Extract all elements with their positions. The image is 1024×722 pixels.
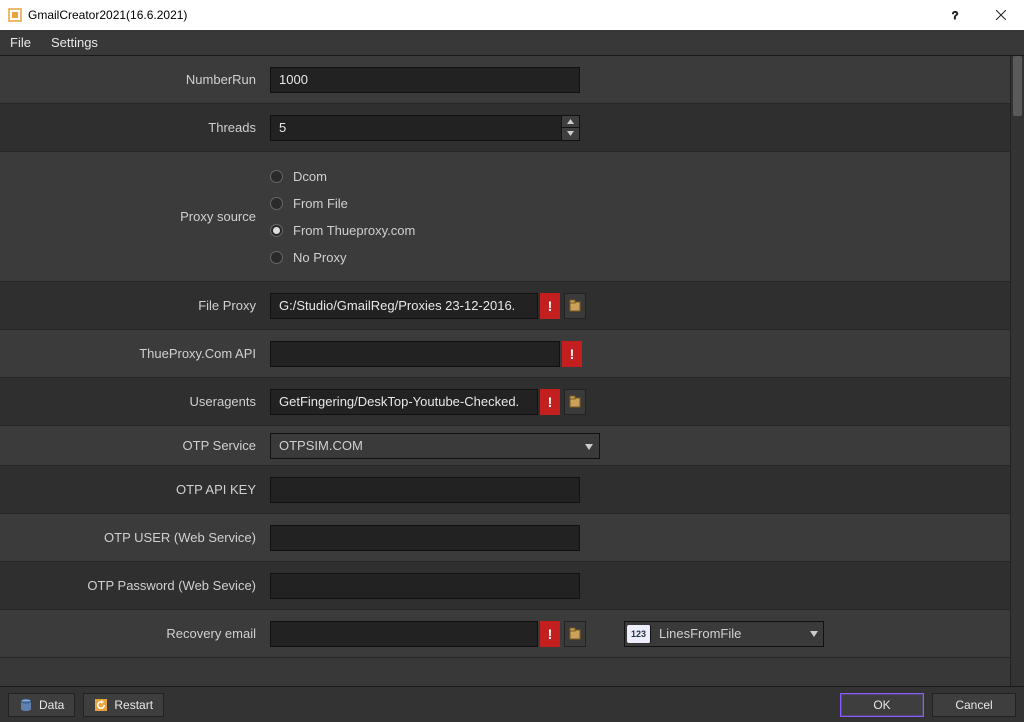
menu-file[interactable]: File xyxy=(0,30,41,55)
footer: Data Restart OK Cancel xyxy=(0,686,1024,722)
warning-icon: ! xyxy=(540,293,560,319)
combo-recovery-mode[interactable]: 123 LinesFromFile xyxy=(624,621,824,647)
spin-threads[interactable] xyxy=(270,115,580,141)
radio-label-from-file: From File xyxy=(293,196,348,211)
chevron-down-icon xyxy=(585,438,593,453)
ok-button-label: OK xyxy=(873,698,890,712)
scrollbar-thumb[interactable] xyxy=(1013,56,1022,116)
input-thueproxy-api[interactable] xyxy=(270,341,560,367)
window-title: GmailCreator2021(16.6.2021) xyxy=(28,8,187,22)
row-thueproxy-api: ThueProxy.Com API ! xyxy=(0,330,1010,378)
select-otp-service[interactable]: OTPSIM.COM xyxy=(270,433,600,459)
row-otp-service: OTP Service OTPSIM.COM xyxy=(0,426,1010,466)
input-useragents[interactable] xyxy=(270,389,538,415)
database-icon xyxy=(19,698,33,712)
label-otp-service: OTP Service xyxy=(0,438,270,453)
label-threads: Threads xyxy=(0,120,270,135)
help-button[interactable]: ? xyxy=(932,0,978,30)
folder-icon xyxy=(569,627,581,641)
form-area: NumberRun Threads Proxy sour xyxy=(0,56,1010,686)
app-icon xyxy=(8,8,22,22)
row-file-proxy: File Proxy ! xyxy=(0,282,1010,330)
input-otp-user[interactable] xyxy=(270,525,580,551)
warning-icon: ! xyxy=(540,621,560,647)
label-recovery-email: Recovery email xyxy=(0,626,270,641)
input-number-run[interactable] xyxy=(270,67,580,93)
restart-button[interactable]: Restart xyxy=(83,693,164,717)
label-number-run: NumberRun xyxy=(0,72,270,87)
menubar: File Settings xyxy=(0,30,1024,56)
radio-dcom[interactable]: Dcom xyxy=(270,169,415,184)
select-otp-service-value: OTPSIM.COM xyxy=(279,438,363,453)
cancel-button-label: Cancel xyxy=(955,698,992,712)
row-recovery-email: Recovery email ! 123 LinesFromFile xyxy=(0,610,1010,658)
threads-step-up[interactable] xyxy=(562,116,579,129)
radio-from-thueproxy[interactable]: From Thueproxy.com xyxy=(270,223,415,238)
vertical-scrollbar[interactable] xyxy=(1010,56,1024,686)
radio-label-dcom: Dcom xyxy=(293,169,327,184)
row-threads: Threads xyxy=(0,104,1010,152)
label-otp-password: OTP Password (Web Sevice) xyxy=(0,578,270,593)
input-threads[interactable] xyxy=(271,116,561,140)
svg-text:?: ? xyxy=(952,10,958,20)
radio-label-from-thueproxy: From Thueproxy.com xyxy=(293,223,415,238)
radio-label-no-proxy: No Proxy xyxy=(293,250,346,265)
warning-icon: ! xyxy=(562,341,582,367)
input-otp-api-key[interactable] xyxy=(270,477,580,503)
chevron-down-icon xyxy=(805,631,823,637)
label-otp-user: OTP USER (Web Service) xyxy=(0,530,270,545)
input-recovery-email[interactable] xyxy=(270,621,538,647)
warning-icon: ! xyxy=(540,389,560,415)
label-proxy-source: Proxy source xyxy=(0,209,270,224)
radio-dot-icon xyxy=(270,170,283,183)
threads-step-down[interactable] xyxy=(562,128,579,140)
input-otp-password[interactable] xyxy=(270,573,580,599)
badge-123-icon: 123 xyxy=(627,625,651,643)
browse-file-proxy-button[interactable] xyxy=(564,293,586,319)
cancel-button[interactable]: Cancel xyxy=(932,693,1016,717)
combo-recovery-mode-value: LinesFromFile xyxy=(653,626,805,641)
radio-dot-icon xyxy=(270,251,283,264)
browse-recovery-email-button[interactable] xyxy=(564,621,586,647)
label-thueproxy-api: ThueProxy.Com API xyxy=(0,346,270,361)
radio-no-proxy[interactable]: No Proxy xyxy=(270,250,415,265)
restart-button-label: Restart xyxy=(114,698,153,712)
client-area: NumberRun Threads Proxy sour xyxy=(0,56,1024,686)
browse-useragents-button[interactable] xyxy=(564,389,586,415)
row-number-run: NumberRun xyxy=(0,56,1010,104)
radio-dot-icon xyxy=(270,197,283,210)
radio-from-file[interactable]: From File xyxy=(270,196,415,211)
row-otp-password: OTP Password (Web Sevice) xyxy=(0,562,1010,610)
row-otp-user: OTP USER (Web Service) xyxy=(0,514,1010,562)
row-otp-api-key: OTP API KEY xyxy=(0,466,1010,514)
input-file-proxy[interactable] xyxy=(270,293,538,319)
data-button[interactable]: Data xyxy=(8,693,75,717)
label-otp-api-key: OTP API KEY xyxy=(0,482,270,497)
data-button-label: Data xyxy=(39,698,64,712)
menu-settings[interactable]: Settings xyxy=(41,30,108,55)
window-titlebar: GmailCreator2021(16.6.2021) ? xyxy=(0,0,1024,30)
close-button[interactable] xyxy=(978,0,1024,30)
restart-icon xyxy=(94,698,108,712)
folder-icon xyxy=(569,395,581,409)
folder-icon xyxy=(569,299,581,313)
radio-dot-icon xyxy=(270,224,283,237)
row-proxy-source: Proxy source Dcom From File From Thuepro… xyxy=(0,152,1010,282)
label-useragents: Useragents xyxy=(0,394,270,409)
label-file-proxy: File Proxy xyxy=(0,298,270,313)
ok-button[interactable]: OK xyxy=(840,693,924,717)
row-useragents: Useragents ! xyxy=(0,378,1010,426)
